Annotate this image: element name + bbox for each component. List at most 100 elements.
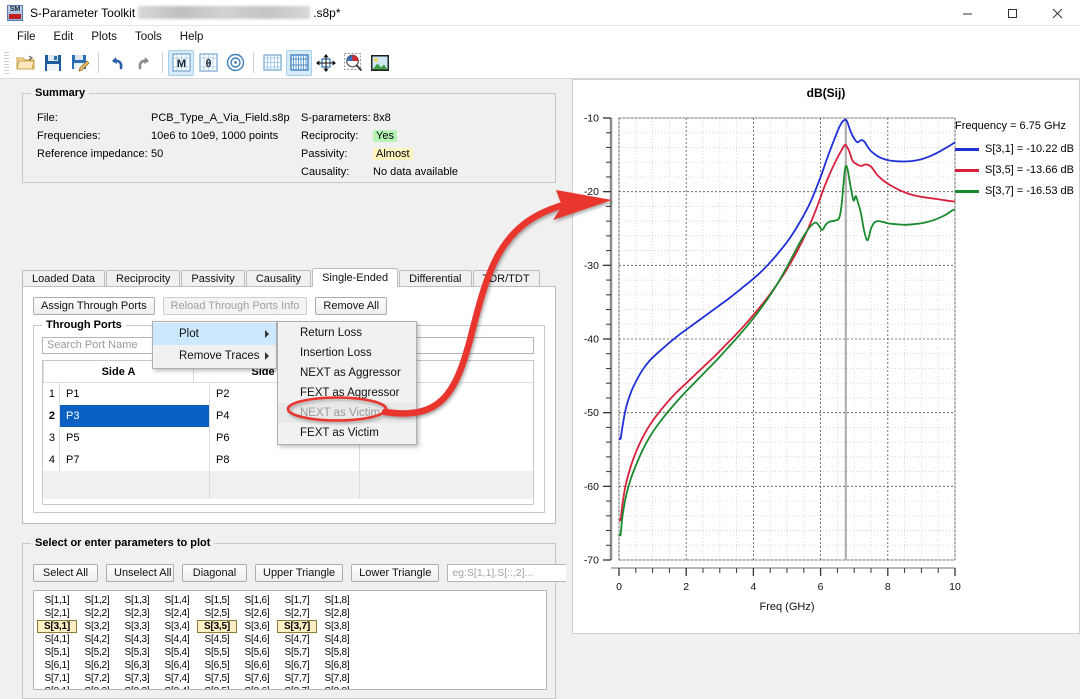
s-parameter-cell-5-8[interactable]: S[5,8] bbox=[317, 646, 357, 659]
s-parameter-cell-3-8[interactable]: S[3,8] bbox=[317, 620, 357, 633]
s-parameter-cell-3-6[interactable]: S[3,6] bbox=[237, 620, 277, 633]
s-parameter-cell-2-4[interactable]: S[2,4] bbox=[157, 607, 197, 620]
s-parameter-cell-6-2[interactable]: S[6,2] bbox=[77, 659, 117, 672]
tab-differential[interactable]: Differential bbox=[399, 270, 472, 287]
s-parameter-cell-1-2[interactable]: S[1,2] bbox=[77, 594, 117, 607]
s-parameter-cell-3-4[interactable]: S[3,4] bbox=[157, 620, 197, 633]
zoom-icon[interactable] bbox=[340, 50, 366, 76]
s-parameter-cell-8-1[interactable]: S[8,1] bbox=[37, 685, 77, 689]
s-parameter-cell-7-8[interactable]: S[7,8] bbox=[317, 672, 357, 685]
tab-single-ended[interactable]: Single-Ended bbox=[312, 268, 399, 287]
s-parameter-cell-4-4[interactable]: S[4,4] bbox=[157, 633, 197, 646]
s-parameter-cell-7-5[interactable]: S[7,5] bbox=[197, 672, 237, 685]
s-parameter-cell-2-7[interactable]: S[2,7] bbox=[277, 607, 317, 620]
assign-through-ports-button[interactable]: Assign Through Ports bbox=[33, 297, 155, 315]
s-parameter-cell-2-5[interactable]: S[2,5] bbox=[197, 607, 237, 620]
tab-causality[interactable]: Causality bbox=[245, 270, 312, 287]
legend-entry-s37[interactable]: S[3,7] = -16.53 dB bbox=[955, 185, 1075, 197]
s-parameter-cell-5-4[interactable]: S[5,4] bbox=[157, 646, 197, 659]
tab-passivity[interactable]: Passivity bbox=[181, 270, 245, 287]
save-as-icon[interactable] bbox=[67, 50, 93, 76]
s-parameter-cell-3-5[interactable]: S[3,5] bbox=[197, 620, 237, 633]
s-parameter-cell-5-1[interactable]: S[5,1] bbox=[37, 646, 77, 659]
context-submenu-plot[interactable]: Return Loss Insertion Loss NEXT as Aggre… bbox=[277, 321, 417, 445]
diagonal-button[interactable]: Diagonal bbox=[182, 564, 247, 582]
s-parameter-cell-6-3[interactable]: S[6,3] bbox=[117, 659, 157, 672]
s-parameter-cell-1-5[interactable]: S[1,5] bbox=[197, 594, 237, 607]
remove-all-button[interactable]: Remove All bbox=[315, 297, 388, 315]
legend-entry-s35[interactable]: S[3,5] = -13.66 dB bbox=[955, 164, 1075, 176]
submenu-item-next-as-aggressor[interactable]: NEXT as Aggressor bbox=[278, 363, 416, 383]
menu-help[interactable]: Help bbox=[171, 29, 213, 45]
menu-plots[interactable]: Plots bbox=[82, 29, 126, 45]
redo-icon[interactable] bbox=[131, 50, 157, 76]
grid-log-icon[interactable] bbox=[286, 49, 312, 76]
s-parameter-cell-6-8[interactable]: S[6,8] bbox=[317, 659, 357, 672]
grid-linear-icon[interactable] bbox=[259, 50, 285, 76]
submenu-item-fext-as-victim[interactable]: FEXT as Victim bbox=[278, 423, 416, 443]
maximize-button[interactable] bbox=[990, 0, 1035, 26]
s-parameter-cell-3-7[interactable]: S[3,7] bbox=[277, 620, 317, 633]
s-parameter-cell-7-3[interactable]: S[7,3] bbox=[117, 672, 157, 685]
s-parameter-cell-2-8[interactable]: S[2,8] bbox=[317, 607, 357, 620]
s-parameter-cell-7-4[interactable]: S[7,4] bbox=[157, 672, 197, 685]
open-file-icon[interactable] bbox=[13, 50, 39, 76]
s-parameter-cell-6-6[interactable]: S[6,6] bbox=[237, 659, 277, 672]
select-all-button[interactable]: Select All bbox=[33, 564, 98, 582]
menu-tools[interactable]: Tools bbox=[126, 29, 171, 45]
submenu-item-fext-as-aggressor[interactable]: FEXT as Aggressor bbox=[278, 383, 416, 403]
s-parameter-cell-8-6[interactable]: S[8,6] bbox=[237, 685, 277, 689]
table-row[interactable]: 4 P7 P8 bbox=[43, 449, 533, 471]
minimize-button[interactable] bbox=[945, 0, 990, 26]
unselect-all-button[interactable]: Unselect All bbox=[106, 564, 174, 582]
context-menu-item-plot[interactable]: Plot bbox=[153, 323, 276, 345]
cell-side-a-selected[interactable]: P3 bbox=[59, 405, 209, 427]
context-menu-item-remove-traces[interactable]: Remove Traces bbox=[153, 345, 276, 367]
s-parameter-cell-1-3[interactable]: S[1,3] bbox=[117, 594, 157, 607]
tab-tdr-tdt[interactable]: TDR/TDT bbox=[472, 270, 540, 287]
undo-icon[interactable] bbox=[104, 50, 130, 76]
tab-reciprocity[interactable]: Reciprocity bbox=[106, 270, 181, 287]
s-parameter-cell-5-5[interactable]: S[5,5] bbox=[197, 646, 237, 659]
save-icon[interactable] bbox=[40, 50, 66, 76]
s-parameter-cell-8-4[interactable]: S[8,4] bbox=[157, 685, 197, 689]
menu-edit[interactable]: Edit bbox=[45, 29, 83, 45]
lower-triangle-button[interactable]: Lower Triangle bbox=[351, 564, 440, 582]
s-parameter-cell-1-7[interactable]: S[1,7] bbox=[277, 594, 317, 607]
s-parameter-cell-4-1[interactable]: S[4,1] bbox=[37, 633, 77, 646]
s-parameter-cell-3-3[interactable]: S[3,3] bbox=[117, 620, 157, 633]
s-parameter-cell-6-4[interactable]: S[6,4] bbox=[157, 659, 197, 672]
magnitude-plot-icon[interactable]: M bbox=[168, 49, 194, 76]
s-parameter-cell-1-4[interactable]: S[1,4] bbox=[157, 594, 197, 607]
s-parameter-cell-2-6[interactable]: S[2,6] bbox=[237, 607, 277, 620]
smith-chart-icon[interactable] bbox=[222, 50, 248, 76]
parameter-entry-input[interactable]: eg:S[1,1],S[::,2]... bbox=[447, 564, 568, 582]
s-parameter-cell-8-3[interactable]: S[8,3] bbox=[117, 685, 157, 689]
s-parameter-cell-4-2[interactable]: S[4,2] bbox=[77, 633, 117, 646]
s-parameter-cell-7-7[interactable]: S[7,7] bbox=[277, 672, 317, 685]
phase-plot-icon[interactable]: θ bbox=[195, 50, 221, 76]
s-parameter-cell-2-3[interactable]: S[2,3] bbox=[117, 607, 157, 620]
s-parameter-cell-4-6[interactable]: S[4,6] bbox=[237, 633, 277, 646]
s-parameter-cell-2-1[interactable]: S[2,1] bbox=[37, 607, 77, 620]
s-parameter-cell-5-7[interactable]: S[5,7] bbox=[277, 646, 317, 659]
s-parameter-cell-1-8[interactable]: S[1,8] bbox=[317, 594, 357, 607]
export-image-icon[interactable] bbox=[367, 50, 393, 76]
s-parameter-cell-3-2[interactable]: S[3,2] bbox=[77, 620, 117, 633]
s-parameter-cell-5-6[interactable]: S[5,6] bbox=[237, 646, 277, 659]
s-parameter-cell-8-7[interactable]: S[8,7] bbox=[277, 685, 317, 689]
s-parameter-cell-1-1[interactable]: S[1,1] bbox=[37, 594, 77, 607]
s-parameter-cell-7-2[interactable]: S[7,2] bbox=[77, 672, 117, 685]
s-parameter-cell-3-1[interactable]: S[3,1] bbox=[37, 620, 77, 633]
legend-entry-s31[interactable]: S[3,1] = -10.22 dB bbox=[955, 143, 1075, 155]
s-parameter-cell-7-6[interactable]: S[7,6] bbox=[237, 672, 277, 685]
s-parameter-grid[interactable]: S[1,1] S[1,2] S[1,3] S[1,4] S[1,5] S[1,6] S[1,… bbox=[33, 590, 547, 690]
s-parameter-cell-6-1[interactable]: S[6,1] bbox=[37, 659, 77, 672]
pan-icon[interactable] bbox=[313, 50, 339, 76]
submenu-item-insertion-loss[interactable]: Insertion Loss bbox=[278, 343, 416, 363]
context-menu[interactable]: Plot Remove Traces bbox=[152, 321, 277, 369]
toolbar-grip[interactable] bbox=[4, 51, 9, 74]
s-parameter-cell-1-6[interactable]: S[1,6] bbox=[237, 594, 277, 607]
s-parameter-cell-4-8[interactable]: S[4,8] bbox=[317, 633, 357, 646]
menu-file[interactable]: File bbox=[8, 29, 45, 45]
